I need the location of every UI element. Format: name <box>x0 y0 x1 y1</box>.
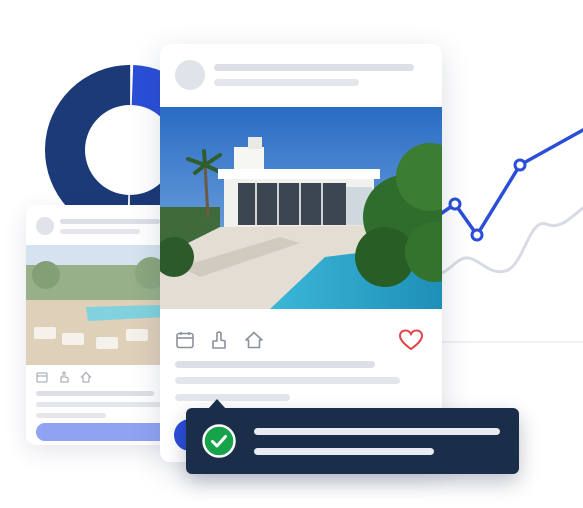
success-toast <box>186 399 519 474</box>
toast-message-placeholder <box>254 428 500 435</box>
hand-icon[interactable] <box>209 330 229 350</box>
house-photo <box>160 107 442 309</box>
toast-pointer <box>208 399 226 409</box>
line-point <box>448 197 462 211</box>
calendar-icon[interactable] <box>175 330 195 350</box>
check-circle-icon <box>202 424 236 458</box>
heart-icon[interactable] <box>398 328 424 352</box>
author-name-placeholder <box>60 219 160 224</box>
text-placeholder <box>175 361 375 368</box>
small-card-actions <box>36 371 92 383</box>
toast-message-placeholder <box>254 448 434 455</box>
line-series-secondary <box>420 206 583 277</box>
main-post-card[interactable] <box>160 44 442 462</box>
home-icon[interactable] <box>244 330 264 350</box>
home-icon[interactable] <box>80 371 92 383</box>
text-placeholder <box>175 377 400 384</box>
author-meta-placeholder <box>214 79 359 86</box>
text-placeholder <box>36 402 161 407</box>
avatar <box>36 217 54 235</box>
line-series-primary <box>420 128 583 237</box>
small-post-card[interactable] <box>26 205 176 445</box>
calendar-icon[interactable] <box>36 371 48 383</box>
text-placeholder <box>175 394 290 401</box>
avatar <box>175 60 205 90</box>
donut-hole <box>90 110 170 190</box>
author-meta-placeholder <box>60 229 140 234</box>
line-point <box>470 228 484 242</box>
small-card-button[interactable] <box>36 423 176 441</box>
hand-icon[interactable] <box>58 371 70 383</box>
line-point <box>513 158 527 172</box>
line-chart <box>420 128 583 343</box>
text-placeholder <box>36 391 154 396</box>
author-name-placeholder <box>214 64 414 71</box>
pool-photo <box>26 245 176 365</box>
text-placeholder <box>36 413 106 418</box>
